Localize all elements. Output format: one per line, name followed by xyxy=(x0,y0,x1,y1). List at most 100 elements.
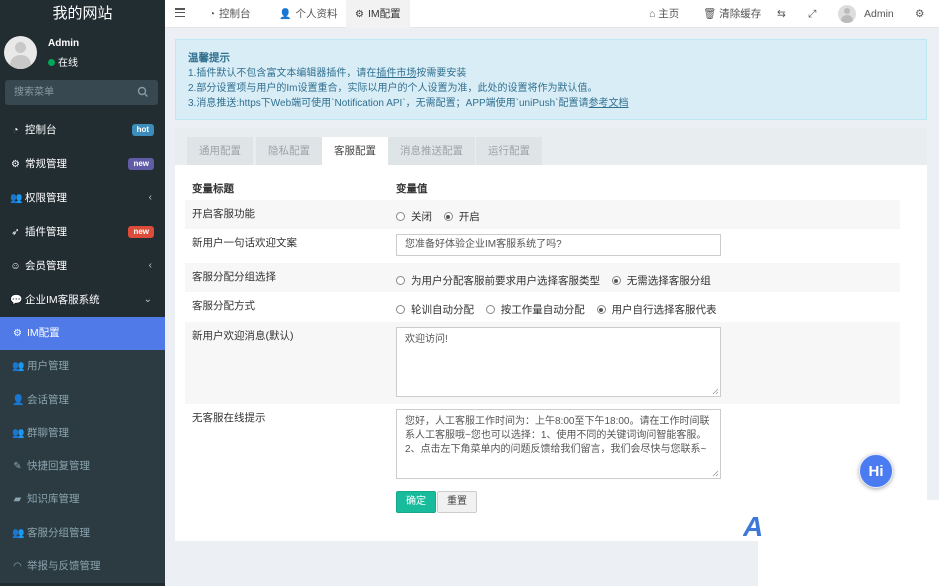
online-status-dot xyxy=(48,59,55,66)
home-link[interactable]: ⌂ 主页 xyxy=(649,0,679,28)
comments-icon: 💬 xyxy=(10,295,23,306)
chat-widget-button[interactable]: Hi xyxy=(859,454,893,488)
radio-disable[interactable]: 关闭 xyxy=(396,209,432,224)
sidebar-item-dashboard[interactable]: ◔ 控制台 hot xyxy=(0,113,165,147)
row-group-select: 客服分配分组选择 为用户分配客服前要求用户选择客服类型 无需选择客服分组 xyxy=(185,263,900,292)
radio-icon xyxy=(396,212,405,221)
pencil-icon: ✎ xyxy=(13,461,22,473)
sidebar-item-label: 会员管理 xyxy=(25,260,67,272)
sidebar-item-group-chat[interactable]: 👥 群聊管理 xyxy=(0,417,165,450)
radio-user-select[interactable]: 用户自行选择客服代表 xyxy=(596,302,717,317)
site-brand[interactable]: 我的网站 xyxy=(0,0,165,28)
sidebar-item-sessions[interactable]: 👤 会话管理 xyxy=(0,384,165,417)
sidebar-item-permissions[interactable]: 👥 权限管理 ‹ xyxy=(0,181,165,215)
row-label: 开启客服功能 xyxy=(192,208,255,220)
resize-grip-icon[interactable] xyxy=(712,388,719,395)
submit-button[interactable]: 确定 xyxy=(396,491,436,513)
offline-tip-field: 您好，人工客服工作时间为：上午8:00至下午18:00。请在工作时间联系人工客服… xyxy=(396,409,721,479)
tab-service-config[interactable]: 客服配置 xyxy=(322,137,388,165)
row-enable-service: 开启客服功能 关闭 开启 xyxy=(185,200,900,229)
radio-label: 按工作量自动分配 xyxy=(500,304,585,316)
radio-label: 开启 xyxy=(458,211,480,223)
radio-no-group[interactable]: 无需选择客服分组 xyxy=(611,273,711,288)
tab-general-config[interactable]: 通用配置 xyxy=(187,137,253,165)
admin-menu[interactable]: Admin xyxy=(864,0,894,28)
navbar-avatar[interactable] xyxy=(838,5,856,23)
home-label: 主页 xyxy=(658,8,680,20)
sidebar-item-im-config[interactable]: ⚙ IM配置 xyxy=(0,317,165,351)
radio-label: 无需选择客服分组 xyxy=(626,275,711,287)
main-content: 温馨提示 1.插件默认不包含富文本编辑器插件，请在插件市场按需要安装 2.部分设… xyxy=(175,39,927,541)
sidebar-item-members[interactable]: ☺ 会员管理 ‹ xyxy=(0,249,165,283)
assign-method-radios: 轮训自动分配 按工作量自动分配 用户自行选择客服代表 xyxy=(396,302,726,317)
translate-icon[interactable]: ⇆ xyxy=(777,0,786,28)
users-icon: 👥 xyxy=(12,361,25,373)
dashboard-icon: ◔ xyxy=(12,125,19,136)
fullscreen-icon[interactable]: ⤢ xyxy=(808,0,816,28)
hot-badge: hot xyxy=(131,124,154,136)
menu-toggle-icon[interactable] xyxy=(175,8,185,18)
tips-alert: 温馨提示 1.插件默认不包含富文本编辑器插件，请在插件市场按需要安装 2.部分设… xyxy=(175,39,927,120)
tab-label: 控制台 xyxy=(219,8,251,20)
offline-tip-textarea[interactable]: 您好，人工客服工作时间为：上午8:00至下午18:00。请在工作时间联系人工客服… xyxy=(396,409,721,479)
partial-logo: A xyxy=(743,512,763,542)
textarea-value: 欢迎访问! xyxy=(405,334,448,345)
radio-label: 用户自行选择客服代表 xyxy=(611,304,717,316)
radio-round-robin[interactable]: 轮训自动分配 xyxy=(396,302,474,317)
docs-link[interactable]: 参考文档 xyxy=(588,98,628,109)
user-name: Admin xyxy=(48,38,80,49)
cogs-icon: ⚙ xyxy=(355,9,364,20)
sidebar-item-plugins[interactable]: ➶ 插件管理 new xyxy=(0,215,165,249)
clear-cache-link[interactable]: 🗑 清除缓存 xyxy=(703,0,761,28)
column-header-value: 变量值 xyxy=(396,183,428,195)
row-label: 客服分配分组选择 xyxy=(192,271,276,283)
search-icon[interactable] xyxy=(137,86,149,98)
user-circle-icon: ☺ xyxy=(10,261,21,272)
tab-im-config[interactable]: ⚙ IM配置 xyxy=(346,0,410,28)
sidebar-item-general[interactable]: ⚙ 常规管理 new xyxy=(0,147,165,181)
sidebar-item-user-management[interactable]: 👥 用户管理 xyxy=(0,350,165,383)
sidebar-item-label: 会话管理 xyxy=(27,393,69,406)
sidebar-item-label: IM配置 xyxy=(27,327,60,339)
sidebar-item-knowledge-base[interactable]: ▰ 知识库管理 xyxy=(0,483,165,516)
sidebar-item-label: 常规管理 xyxy=(25,158,67,170)
row-label: 无客服在线提示 xyxy=(192,412,266,424)
tab-privacy-config[interactable]: 隐私配置 xyxy=(256,137,322,165)
radio-enable[interactable]: 开启 xyxy=(443,209,480,224)
tab-profile[interactable]: 👤 个人资料 xyxy=(270,0,346,28)
row-welcome-text: 新用户一句话欢迎文案 您准备好体验企业IM客服系统了吗? xyxy=(185,229,900,263)
sidebar-item-label: 快捷回复管理 xyxy=(27,460,90,473)
menu-search xyxy=(5,80,158,105)
row-label: 新用户一句话欢迎文案 xyxy=(192,237,297,249)
plugin-market-link[interactable]: 插件市场 xyxy=(376,68,416,79)
sidebar-item-label: 控制台 xyxy=(25,124,57,136)
sidebar-item-service-groups[interactable]: 👥 客服分组管理 xyxy=(0,517,165,550)
welcome-text-input[interactable]: 您准备好体验企业IM客服系统了吗? xyxy=(396,234,721,256)
tab-dashboard[interactable]: ◔ 控制台 xyxy=(200,0,260,28)
rocket-icon: ➶ xyxy=(11,227,20,238)
tab-runtime-config[interactable]: 运行配置 xyxy=(476,137,542,165)
sidebar-item-label: 插件管理 xyxy=(25,226,67,238)
radio-by-workload[interactable]: 按工作量自动分配 xyxy=(485,302,585,317)
sidebar-item-im-system[interactable]: 💬 企业IM客服系统 ⌄ xyxy=(0,283,165,317)
user-panel: Admin 在线 xyxy=(0,28,165,76)
sidebar-item-reports-feedback[interactable]: ◠ 举报与反馈管理 xyxy=(0,550,165,583)
resize-grip-icon[interactable] xyxy=(712,470,719,477)
row-offline-tip: 无客服在线提示 您好，人工客服工作时间为：上午8:00至下午18:00。请在工作… xyxy=(185,404,900,484)
radio-icon xyxy=(485,305,495,314)
row-label: 客服分配方式 xyxy=(192,300,255,312)
cogs-icon: ⚙ xyxy=(11,159,20,170)
menu-search-input[interactable] xyxy=(5,80,125,105)
sidebar-item-quick-reply[interactable]: ✎ 快捷回复管理 xyxy=(0,450,165,483)
reset-button[interactable]: 重置 xyxy=(437,491,477,513)
radio-require-group[interactable]: 为用户分配客服前要求用户选择客服类型 xyxy=(396,273,600,288)
chevron-left-icon: ‹ xyxy=(148,260,152,271)
dashboard-icon: ◔ xyxy=(209,9,216,20)
tab-push-config[interactable]: 消息推送配置 xyxy=(388,137,475,165)
sidebar-item-label: 知识库管理 xyxy=(27,493,80,506)
sidebar: 我的网站 Admin 在线 ◔控制台 hot ⚙常规管理 new 👥权限管理 ‹… xyxy=(0,0,165,586)
settings-icon[interactable]: ⚙ xyxy=(915,0,924,28)
home-icon: ⌂ xyxy=(649,8,656,20)
user-status-label: 在线 xyxy=(58,58,78,69)
welcome-message-textarea[interactable]: 欢迎访问! xyxy=(396,327,721,397)
